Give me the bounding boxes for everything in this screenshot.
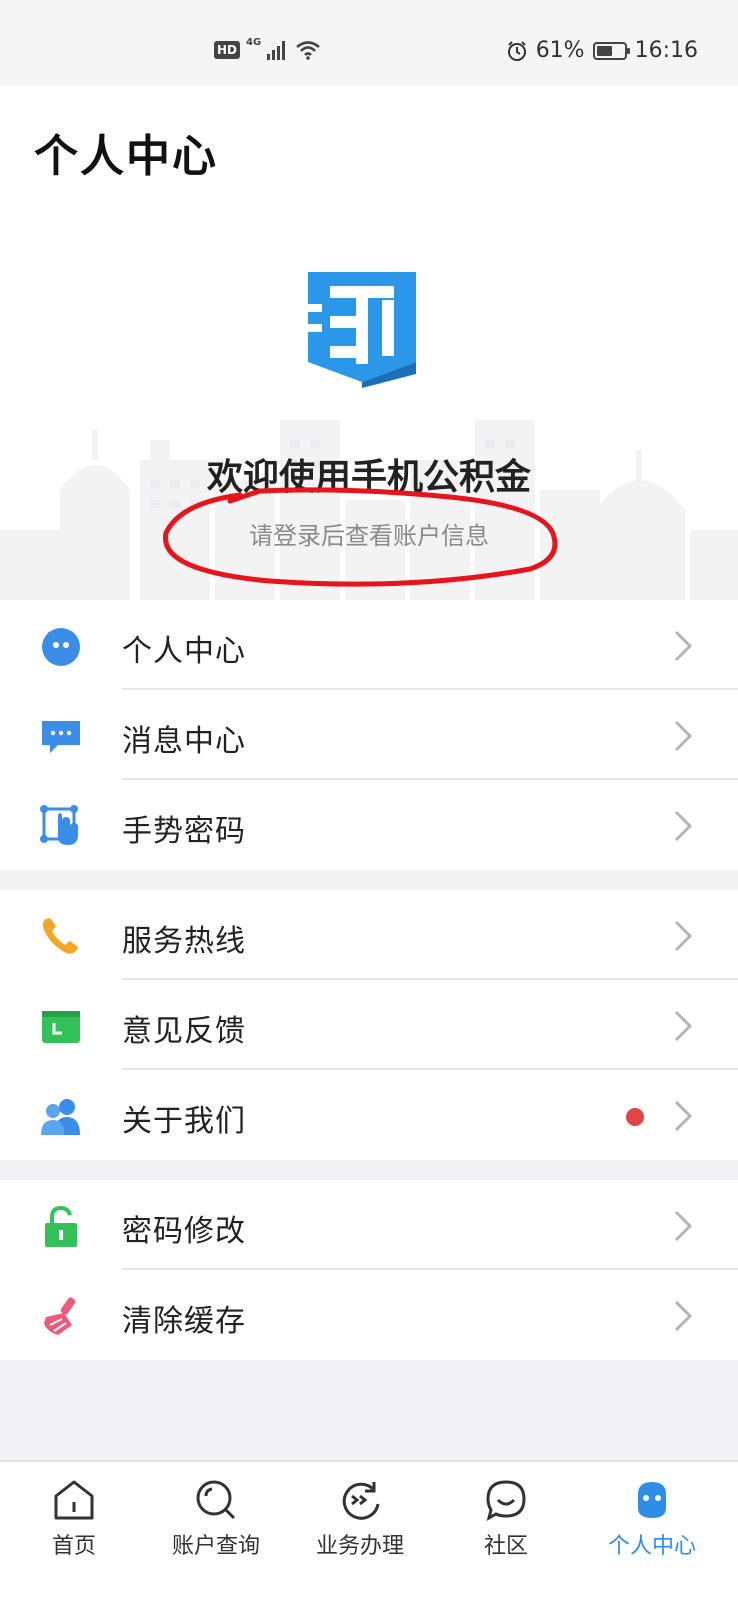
chevron-right-icon bbox=[674, 630, 693, 662]
page-title: 个人中心 bbox=[34, 131, 218, 182]
about-us-icon bbox=[41, 1099, 80, 1135]
phone-icon bbox=[42, 918, 78, 954]
battery-icon bbox=[592, 41, 630, 60]
status-right: 61% 16:16 bbox=[506, 38, 698, 63]
menu-label: 消息中心 bbox=[122, 724, 246, 759]
chevron-right-icon bbox=[674, 810, 693, 842]
menu-item-profile[interactable]: 个人中心 bbox=[0, 600, 738, 690]
menu-label: 密码修改 bbox=[122, 1214, 246, 1249]
menu-label: 服务热线 bbox=[122, 924, 246, 959]
menu-item-hotline[interactable]: 服务热线 bbox=[0, 890, 738, 980]
menu-item-about-us[interactable]: 关于我们 bbox=[0, 1070, 738, 1160]
status-bar: HD 4G 61% 16:16 bbox=[0, 0, 738, 86]
nav-label: 社区 bbox=[483, 1534, 528, 1559]
status-left: HD 4G bbox=[214, 36, 321, 60]
menu-group-support: 服务热线 意见反馈 关于我们 bbox=[0, 890, 738, 1160]
network-label: 4G bbox=[246, 36, 262, 48]
bottom-nav: 首页 账户查询 业务办理 社区 个人中心 bbox=[0, 1460, 738, 1600]
battery-percent: 61% bbox=[535, 38, 585, 63]
menu-label: 个人中心 bbox=[122, 634, 246, 669]
menu-label: 清除缓存 bbox=[122, 1304, 246, 1339]
menu-item-gesture-password[interactable]: 手势密码 bbox=[0, 780, 738, 870]
gesture-icon bbox=[40, 805, 78, 845]
home-icon bbox=[54, 1480, 94, 1520]
chevron-right-icon bbox=[674, 1300, 693, 1332]
menu-label: 手势密码 bbox=[122, 814, 246, 849]
nav-label: 首页 bbox=[51, 1534, 96, 1559]
menu-item-feedback[interactable]: 意见反馈 bbox=[0, 980, 738, 1070]
chevron-right-icon bbox=[674, 1100, 693, 1132]
avatar-icon bbox=[42, 628, 80, 666]
menu-item-change-password[interactable]: 密码修改 bbox=[0, 1180, 738, 1270]
nav-label: 个人中心 bbox=[607, 1534, 696, 1559]
nav-label: 业务办理 bbox=[315, 1534, 404, 1559]
person-icon bbox=[638, 1482, 666, 1518]
clock: 16:16 bbox=[634, 38, 698, 63]
chevron-right-icon bbox=[674, 1010, 693, 1042]
nav-community[interactable]: 社区 bbox=[432, 1462, 580, 1600]
brush-icon bbox=[44, 1297, 76, 1335]
lock-icon bbox=[45, 1205, 77, 1247]
chevron-right-icon bbox=[674, 920, 693, 952]
signal-icon bbox=[267, 41, 286, 60]
alarm-icon bbox=[507, 40, 526, 61]
menu-group-account: 个人中心 消息中心 手势密码 bbox=[0, 600, 738, 870]
hd-badge: HD bbox=[214, 41, 241, 59]
nav-label: 账户查询 bbox=[171, 1534, 260, 1559]
nav-account-query[interactable]: 账户查询 bbox=[142, 1462, 290, 1600]
notification-badge bbox=[626, 1108, 644, 1126]
red-annotation-circle bbox=[163, 487, 558, 587]
menu-group-settings: 密码修改 清除缓存 bbox=[0, 1180, 738, 1360]
nav-profile[interactable]: 个人中心 bbox=[578, 1462, 726, 1600]
search-icon bbox=[196, 1480, 236, 1520]
message-icon bbox=[42, 721, 80, 753]
menu-label: 关于我们 bbox=[122, 1104, 246, 1139]
chat-icon bbox=[486, 1480, 526, 1522]
menu-item-messages[interactable]: 消息中心 bbox=[0, 690, 738, 780]
nav-business[interactable]: 业务办理 bbox=[286, 1462, 434, 1600]
feedback-icon bbox=[42, 1011, 80, 1043]
menu-label: 意见反馈 bbox=[122, 1014, 246, 1049]
profile-hero: 个人中心 欢迎使用手机公积金 请登录后查看账户信息 bbox=[0, 86, 738, 600]
chevron-right-icon bbox=[674, 720, 693, 752]
wifi-icon bbox=[296, 41, 321, 60]
app-logo bbox=[308, 272, 416, 388]
nav-home[interactable]: 首页 bbox=[0, 1462, 148, 1600]
menu-item-clear-cache[interactable]: 清除缓存 bbox=[0, 1270, 738, 1360]
business-icon bbox=[342, 1482, 380, 1520]
chevron-right-icon bbox=[674, 1210, 693, 1242]
